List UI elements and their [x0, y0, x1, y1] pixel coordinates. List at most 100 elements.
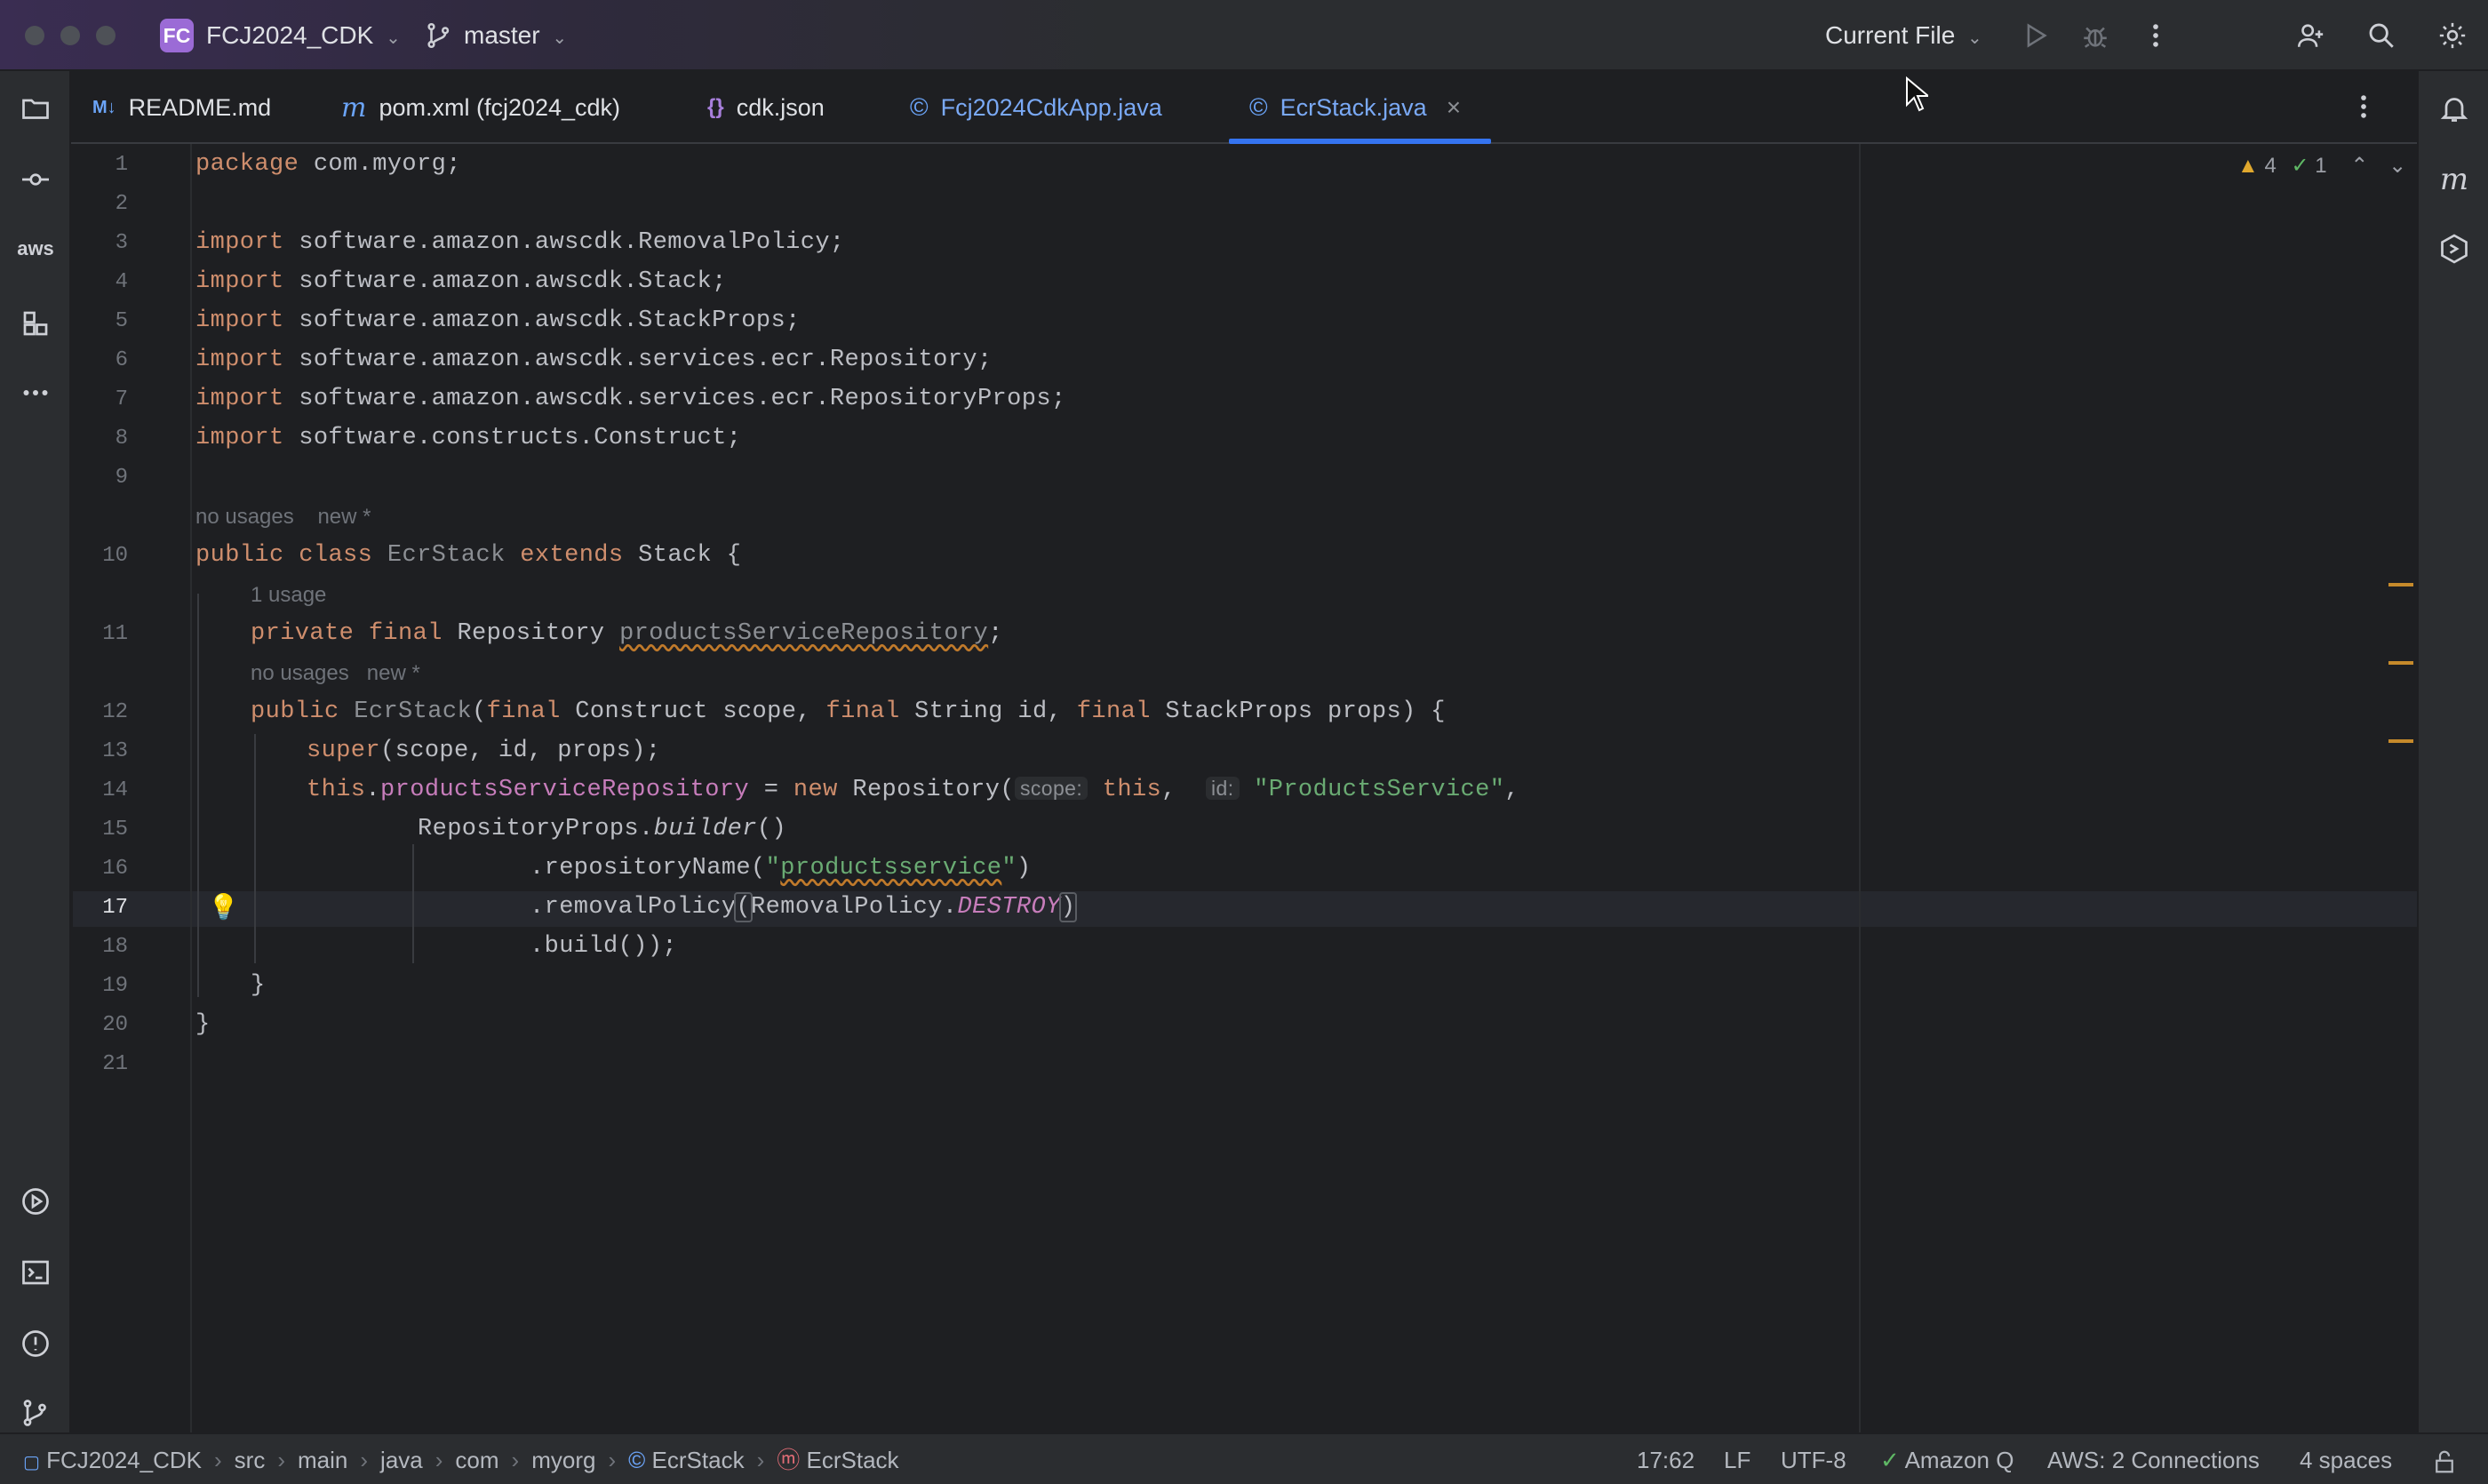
- chevron-up-icon[interactable]: ⌃: [2350, 154, 2368, 178]
- chevron-down-icon: ⌄: [552, 28, 568, 48]
- code-line-1: package com.myorg;: [195, 151, 461, 178]
- code-line-8: import software.constructs.Construct;: [195, 425, 742, 451]
- tab-pom-xml[interactable]: m pom.xml (fcj2024_cdk): [341, 71, 620, 144]
- breadcrumb: ▢ FCJ2024_CDK › src › main › java › com › myorg › © …: [23, 1434, 899, 1484]
- line-number: 10: [102, 544, 128, 568]
- usage-hint[interactable]: no usages new *: [195, 505, 371, 530]
- line-number-current: 17: [102, 896, 128, 920]
- line-number: 11: [102, 622, 128, 646]
- indent-guide: [197, 594, 199, 997]
- line-number: 18: [102, 935, 128, 959]
- line-number: 7: [115, 387, 128, 411]
- terminal-icon[interactable]: [16, 1253, 55, 1292]
- warning-stripe-mark[interactable]: [2388, 739, 2413, 743]
- tab-readme[interactable]: M↓ README.md: [92, 71, 271, 144]
- search-icon[interactable]: [2364, 18, 2399, 53]
- project-folder-icon[interactable]: [16, 89, 55, 128]
- breadcrumb-item[interactable]: java: [380, 1447, 423, 1473]
- chevron-right-icon: ›: [277, 1447, 286, 1473]
- tab-fcj2024cdkapp-java[interactable]: © Fcj2024CdkApp.java: [910, 71, 1162, 144]
- code-line-4: import software.amazon.awscdk.Stack;: [195, 268, 727, 295]
- tab-ecrstack-java[interactable]: © EcrStack.java ×: [1249, 71, 1461, 144]
- lightbulb-icon[interactable]: 💡: [208, 892, 239, 922]
- line-number: 4: [115, 270, 128, 294]
- add-user-icon[interactable]: [2293, 18, 2328, 53]
- chevron-right-icon: ›: [214, 1447, 222, 1473]
- tab-options-icon[interactable]: [2346, 89, 2381, 124]
- file-encoding[interactable]: UTF-8: [1781, 1434, 1846, 1484]
- run-services-icon[interactable]: [16, 1182, 55, 1221]
- structure-icon[interactable]: [16, 304, 55, 343]
- code-line-11: private final Repository productsService…: [251, 620, 1003, 647]
- aws-toolkit-icon[interactable]: aws: [16, 229, 55, 268]
- line-number: 21: [102, 1052, 128, 1076]
- code-line-3: import software.amazon.awscdk.RemovalPol…: [195, 229, 845, 256]
- warning-stripe-mark[interactable]: [2388, 661, 2413, 665]
- problems-icon[interactable]: [16, 1324, 55, 1363]
- breadcrumb-item[interactable]: EcrStack: [807, 1447, 899, 1473]
- git-icon[interactable]: [16, 1393, 55, 1432]
- project-name[interactable]: FCJ2024_CDK ⌄: [206, 0, 401, 71]
- breadcrumb-item[interactable]: main: [298, 1447, 347, 1473]
- project-badge[interactable]: FC: [160, 19, 194, 52]
- json-icon: {}: [707, 95, 724, 119]
- branch-selector[interactable]: master ⌄: [464, 0, 567, 71]
- module-icon: ▢: [23, 1453, 40, 1472]
- line-number: 16: [102, 857, 128, 881]
- tab-label: pom.xml (fcj2024_cdk): [379, 93, 621, 121]
- breadcrumb-item[interactable]: src: [235, 1447, 266, 1473]
- gutter-separator: [190, 144, 192, 1432]
- indent-setting[interactable]: 4 spaces: [2300, 1434, 2392, 1484]
- code-line-12: public EcrStack(final Construct scope, f…: [251, 698, 1446, 725]
- amazon-q-label: Amazon Q: [1904, 1447, 2014, 1473]
- code-line-18: .build());: [530, 933, 678, 960]
- status-bar: ▢ FCJ2024_CDK › src › main › java › com › myorg › © …: [0, 1432, 2488, 1484]
- amazon-q-icon[interactable]: [2435, 229, 2474, 268]
- window-minimize-button[interactable]: [60, 26, 80, 45]
- debug-icon[interactable]: [2077, 18, 2113, 53]
- tab-label: Fcj2024CdkApp.java: [940, 93, 1162, 121]
- java-class-icon: ©: [628, 1447, 646, 1473]
- more-actions-icon[interactable]: [2138, 18, 2173, 53]
- breadcrumb-item[interactable]: EcrStack: [652, 1447, 745, 1473]
- breadcrumb-item[interactable]: FCJ2024_CDK: [46, 1447, 202, 1473]
- aws-connections[interactable]: AWS: 2 Connections: [2047, 1434, 2260, 1484]
- notifications-bell-icon[interactable]: [2435, 89, 2474, 128]
- line-number: 20: [102, 1013, 128, 1037]
- commit-icon[interactable]: [16, 160, 55, 199]
- settings-gear-icon[interactable]: [2435, 18, 2470, 53]
- line-number: 1: [115, 153, 128, 177]
- right-tool-strip: m: [2417, 71, 2488, 1432]
- breadcrumb-item[interactable]: com: [455, 1447, 498, 1473]
- more-tools-icon[interactable]: [16, 373, 55, 412]
- caret-position[interactable]: 17:62: [1637, 1434, 1695, 1484]
- chevron-right-icon: ›: [608, 1447, 617, 1473]
- maven-icon[interactable]: m: [2435, 160, 2474, 199]
- tab-cdk-json[interactable]: {} cdk.json: [707, 71, 825, 144]
- line-number: 6: [115, 348, 128, 372]
- project-name-label: FCJ2024_CDK: [206, 21, 374, 49]
- code-line-7: import software.amazon.awscdk.services.e…: [195, 386, 1066, 412]
- run-config-selector[interactable]: Current File ⌄: [1825, 0, 1982, 71]
- line-number: 12: [102, 700, 128, 724]
- usage-hint[interactable]: 1 usage: [251, 583, 326, 608]
- markdown-icon: M↓: [92, 97, 116, 117]
- warning-stripe-mark[interactable]: [2388, 583, 2413, 586]
- window-zoom-button[interactable]: [96, 26, 116, 45]
- run-icon[interactable]: [2017, 18, 2053, 53]
- window-close-button[interactable]: [25, 26, 44, 45]
- mouse-cursor-icon: [1905, 76, 1931, 116]
- close-icon[interactable]: ×: [1447, 93, 1461, 122]
- inspection-widget[interactable]: ▲ 4 ✓ 1 ⌃ ⌄: [2237, 153, 2406, 179]
- unlock-icon[interactable]: [2431, 1434, 2458, 1484]
- chevron-right-icon: ›: [756, 1447, 765, 1473]
- code-line-14: this.productsServiceRepository = new Rep…: [307, 777, 1519, 803]
- chevron-down-icon[interactable]: ⌄: [2388, 154, 2406, 178]
- amazon-q-status[interactable]: ✓ Amazon Q: [1880, 1434, 2014, 1484]
- breadcrumb-item[interactable]: myorg: [531, 1447, 595, 1473]
- right-margin-guide: [1859, 144, 1861, 1432]
- branch-label: master: [464, 21, 540, 49]
- usage-hint[interactable]: no usages new *: [251, 661, 420, 686]
- param-hint-scope: scope:: [1014, 777, 1088, 800]
- line-separator[interactable]: LF: [1724, 1434, 1750, 1484]
